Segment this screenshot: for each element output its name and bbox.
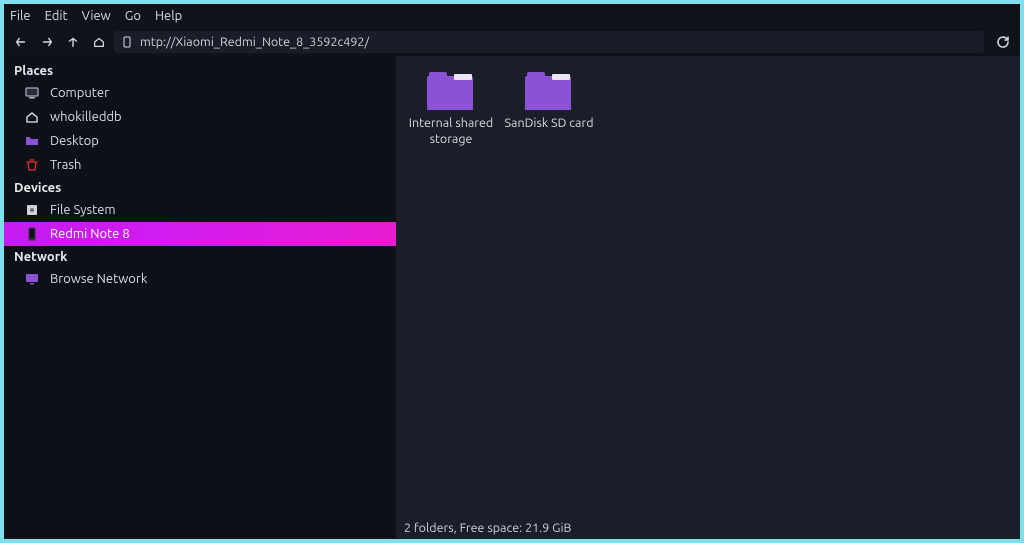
- device-icon: [120, 35, 134, 49]
- sidebar-section-header: Network: [4, 246, 396, 267]
- sidebar-item-trash[interactable]: Trash: [4, 153, 396, 177]
- folder-item[interactable]: SanDisk SD card: [504, 70, 594, 147]
- menubar: File Edit View Go Help: [4, 4, 1020, 28]
- folder-small-icon: [24, 133, 40, 149]
- monitor-icon: [24, 85, 40, 101]
- sidebar-item-label: Desktop: [50, 134, 99, 148]
- sidebar-item-computer[interactable]: Computer: [4, 81, 396, 105]
- address-text: mtp://Xiaomi_Redmi_Note_8_3592c492/: [140, 35, 369, 49]
- trash-icon: [24, 157, 40, 173]
- sidebar-item-browse-network[interactable]: Browse Network: [4, 267, 396, 291]
- home-button[interactable]: [88, 31, 110, 53]
- sidebar-section-header: Devices: [4, 177, 396, 198]
- menu-help[interactable]: Help: [155, 9, 182, 23]
- arrow-right-icon: [40, 35, 54, 49]
- status-text: 2 folders, Free space: 21.9 GiB: [404, 521, 571, 535]
- folder-label: SanDisk SD card: [504, 116, 593, 132]
- menu-edit[interactable]: Edit: [45, 9, 68, 23]
- network-icon: [24, 271, 40, 287]
- home-icon: [92, 35, 106, 49]
- folder-item[interactable]: Internal shared storage: [406, 70, 496, 147]
- sidebar-item-label: Computer: [50, 86, 109, 100]
- sidebar-item-whokilleddb[interactable]: whokilleddb: [4, 105, 396, 129]
- disk-icon: [24, 202, 40, 218]
- refresh-icon: [995, 34, 1011, 50]
- folder-icon: [427, 70, 475, 110]
- menu-go[interactable]: Go: [125, 9, 141, 23]
- folder-icon: [525, 70, 573, 110]
- arrow-left-icon: [14, 35, 28, 49]
- file-manager-window: File Edit View Go Help mtp://Xiaomi_Redm…: [4, 4, 1020, 539]
- folder-label: Internal shared storage: [406, 116, 496, 147]
- toolbar: mtp://Xiaomi_Redmi_Note_8_3592c492/: [4, 28, 1020, 56]
- phone-icon: [24, 226, 40, 242]
- sidebar-item-desktop[interactable]: Desktop: [4, 129, 396, 153]
- status-bar: 2 folders, Free space: 21.9 GiB: [396, 517, 1020, 539]
- forward-button[interactable]: [36, 31, 58, 53]
- body: Places Computer whokilleddb Desktop Trash Dev…: [4, 56, 1020, 539]
- address-bar[interactable]: mtp://Xiaomi_Redmi_Note_8_3592c492/: [114, 31, 984, 53]
- up-button[interactable]: [62, 31, 84, 53]
- home-icon: [24, 109, 40, 125]
- sidebar-item-label: File System: [50, 203, 116, 217]
- sidebar-item-file-system[interactable]: File System: [4, 198, 396, 222]
- sidebar-item-label: Redmi Note 8: [50, 227, 130, 241]
- back-button[interactable]: [10, 31, 32, 53]
- refresh-button[interactable]: [992, 31, 1014, 53]
- menu-view[interactable]: View: [82, 9, 111, 23]
- sidebar-item-label: whokilleddb: [50, 110, 122, 124]
- menu-file[interactable]: File: [10, 9, 31, 23]
- sidebar-item-label: Browse Network: [50, 272, 147, 286]
- sidebar-item-redmi-note-8[interactable]: Redmi Note 8: [4, 222, 396, 246]
- sidebar: Places Computer whokilleddb Desktop Trash Dev…: [4, 56, 396, 539]
- sidebar-item-label: Trash: [50, 158, 81, 172]
- arrow-up-icon: [66, 35, 80, 49]
- content-pane[interactable]: Internal shared storage SanDisk SD card 2…: [396, 56, 1020, 539]
- file-grid: Internal shared storage SanDisk SD card: [396, 56, 1020, 517]
- sidebar-section-header: Places: [4, 60, 396, 81]
